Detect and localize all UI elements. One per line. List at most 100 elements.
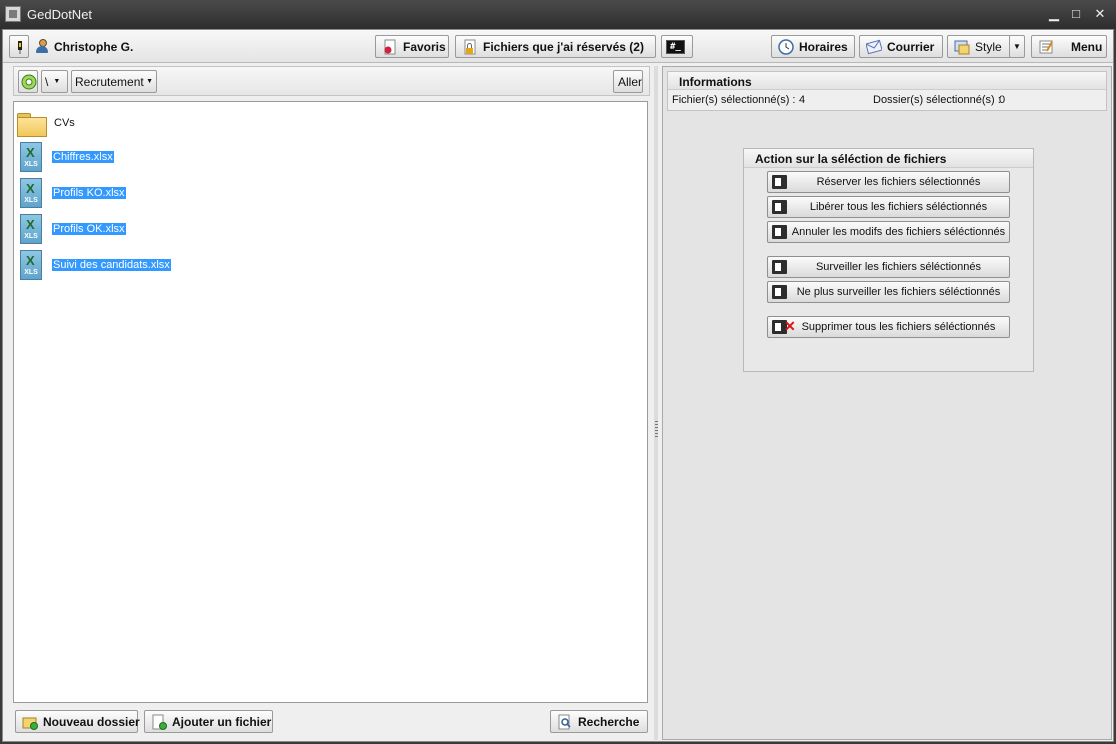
list-item[interactable]: X XLS Chiffres.xlsx	[18, 142, 114, 172]
reserve-pencil-icon	[772, 175, 787, 189]
file-name: Profils KO.xlsx	[52, 187, 126, 199]
files-selected-value: 4	[799, 94, 806, 106]
favoris-button[interactable]: Favoris	[375, 35, 449, 58]
undo-icon	[772, 225, 787, 239]
console-button[interactable]: #_	[661, 35, 693, 58]
selection-actions-box: Action sur la séléction de fichiers Rése…	[743, 148, 1034, 372]
horaires-label: Horaires	[799, 39, 848, 54]
list-item[interactable]: CVs	[17, 108, 76, 138]
menu-button[interactable]: Menu	[1031, 35, 1107, 58]
splitter-grip-icon[interactable]	[655, 421, 658, 437]
file-name: CVs	[54, 117, 75, 129]
title-bar: GedDotNet ▁ □ ✕	[0, 0, 1116, 29]
path-folder-label: Recrutement	[75, 74, 144, 89]
close-button[interactable]: ✕	[1090, 5, 1110, 23]
menu-icon	[1038, 39, 1054, 55]
eye-icon	[772, 260, 787, 274]
file-name: Profils OK.xlsx	[52, 223, 126, 235]
new-folder-label: Nouveau dossier	[43, 714, 140, 729]
path-bar: \ ▼ Recrutement ▼ Aller	[13, 66, 650, 96]
style-label: Style	[975, 39, 1002, 54]
delete-files-label: Supprimer tous les fichiers séléctionnés	[801, 321, 996, 333]
new-folder-icon	[22, 714, 38, 730]
pin-icon	[12, 39, 28, 55]
console-icon: #_	[666, 39, 685, 54]
unlock-icon	[772, 200, 787, 214]
add-file-button[interactable]: Ajouter un fichier	[144, 710, 273, 733]
search-button[interactable]: Recherche	[550, 710, 648, 733]
minimize-button[interactable]: ▁	[1044, 5, 1064, 23]
file-name: Chiffres.xlsx	[52, 151, 114, 163]
path-folder-dropdown[interactable]: Recrutement ▼	[71, 70, 157, 93]
panel-splitter[interactable]	[654, 66, 658, 740]
style-dropdown-button[interactable]: ▼	[1009, 35, 1025, 58]
delete-files-button[interactable]: ✕ Supprimer tous les fichiers séléctionn…	[767, 316, 1010, 338]
reserved-files-label: Fichiers que j'ai réservés (2)	[483, 39, 644, 54]
list-item[interactable]: X XLS Profils KO.xlsx	[18, 178, 126, 208]
reserved-files-button[interactable]: Fichiers que j'ai réservés (2)	[455, 35, 656, 58]
home-circle-icon	[21, 74, 37, 90]
courrier-label: Courrier	[887, 39, 935, 54]
root-path-dropdown[interactable]: \ ▼	[41, 70, 68, 93]
file-browser-panel: \ ▼ Recrutement ▼ Aller CVs X XLS Chiffr…	[11, 66, 650, 740]
excel-file-icon: X XLS	[18, 142, 44, 172]
excel-file-icon: X XLS	[18, 214, 44, 244]
horaires-button[interactable]: Horaires	[771, 35, 855, 58]
style-button[interactable]: Style	[947, 35, 1011, 58]
top-toolbar: Christophe G. Favoris Fichiers que j'ai …	[3, 30, 1113, 63]
go-button[interactable]: Aller	[613, 70, 643, 93]
unwatch-files-button[interactable]: Ne plus surveiller les fichiers séléctio…	[767, 281, 1010, 303]
information-title: Informations	[668, 72, 1106, 90]
chevron-down-icon: ▼	[1013, 42, 1021, 51]
folder-icon	[17, 111, 47, 137]
clock-icon	[778, 38, 794, 55]
window-title: GedDotNet	[27, 7, 93, 22]
file-name: Suivi des candidats.xlsx	[52, 259, 171, 271]
app-window: GedDotNet ▁ □ ✕ Christophe G. Favoris Fi…	[0, 0, 1116, 744]
mail-icon	[865, 39, 883, 55]
cancel-changes-label: Annuler les modifs des fichiers séléctio…	[791, 226, 1006, 238]
eye-off-icon	[772, 285, 787, 299]
add-file-icon	[151, 714, 167, 730]
reserve-files-label: Réserver les fichiers sélectionnés	[816, 176, 981, 188]
pin-button[interactable]	[9, 35, 29, 58]
search-icon	[557, 714, 573, 730]
list-item[interactable]: X XLS Profils OK.xlsx	[18, 214, 126, 244]
add-file-label: Ajouter un fichier	[172, 714, 272, 729]
chevron-down-icon: ▼	[146, 78, 153, 85]
chevron-down-icon: ▼	[53, 78, 61, 85]
style-icon	[954, 39, 970, 55]
user-icon	[35, 39, 49, 53]
file-list[interactable]: CVs X XLS Chiffres.xlsx X XLS Profils KO.x…	[13, 101, 648, 703]
main-client-area: Christophe G. Favoris Fichiers que j'ai …	[2, 29, 1114, 742]
watch-files-button[interactable]: Surveiller les fichiers séléctionnés	[767, 256, 1010, 278]
menu-label: Menu	[1071, 39, 1103, 54]
cancel-changes-button[interactable]: Annuler les modifs des fichiers séléctio…	[767, 221, 1010, 243]
home-button[interactable]	[18, 70, 38, 93]
release-files-button[interactable]: Libérer tous les fichiers séléctionnés	[767, 196, 1010, 218]
user-name: Christophe G.	[54, 40, 134, 54]
courrier-button[interactable]: Courrier	[859, 35, 943, 58]
bottom-toolbar: Nouveau dossier Ajouter un fichier Reche…	[11, 706, 650, 740]
folders-selected-label: Dossier(s) sélectionné(s) :	[873, 94, 1001, 106]
release-files-label: Libérer tous les fichiers séléctionnés	[809, 201, 988, 213]
list-item[interactable]: X XLS Suivi des candidats.xlsx	[18, 250, 171, 280]
information-box: Informations Fichier(s) sélectionné(s) :…	[667, 71, 1107, 111]
lock-icon	[462, 39, 478, 55]
unwatch-files-label: Ne plus surveiller les fichiers séléctio…	[796, 286, 1001, 298]
path-separator: \	[45, 74, 49, 89]
reserve-files-button[interactable]: Réserver les fichiers sélectionnés	[767, 171, 1010, 193]
search-label: Recherche	[578, 714, 640, 729]
actions-title: Action sur la séléction de fichiers	[744, 149, 1033, 168]
favorites-icon	[382, 39, 398, 55]
folders-selected-value: 0	[999, 94, 1006, 106]
watch-files-label: Surveiller les fichiers séléctionnés	[815, 261, 982, 273]
excel-file-icon: X XLS	[18, 178, 44, 208]
new-folder-button[interactable]: Nouveau dossier	[15, 710, 140, 733]
excel-file-icon: X XLS	[18, 250, 44, 280]
app-logo-icon	[5, 6, 21, 22]
details-panel: Informations Fichier(s) sélectionné(s) :…	[662, 66, 1112, 740]
favoris-label: Favoris	[403, 39, 446, 54]
files-selected-label: Fichier(s) sélectionné(s) :	[672, 94, 796, 106]
maximize-button[interactable]: □	[1066, 5, 1086, 23]
